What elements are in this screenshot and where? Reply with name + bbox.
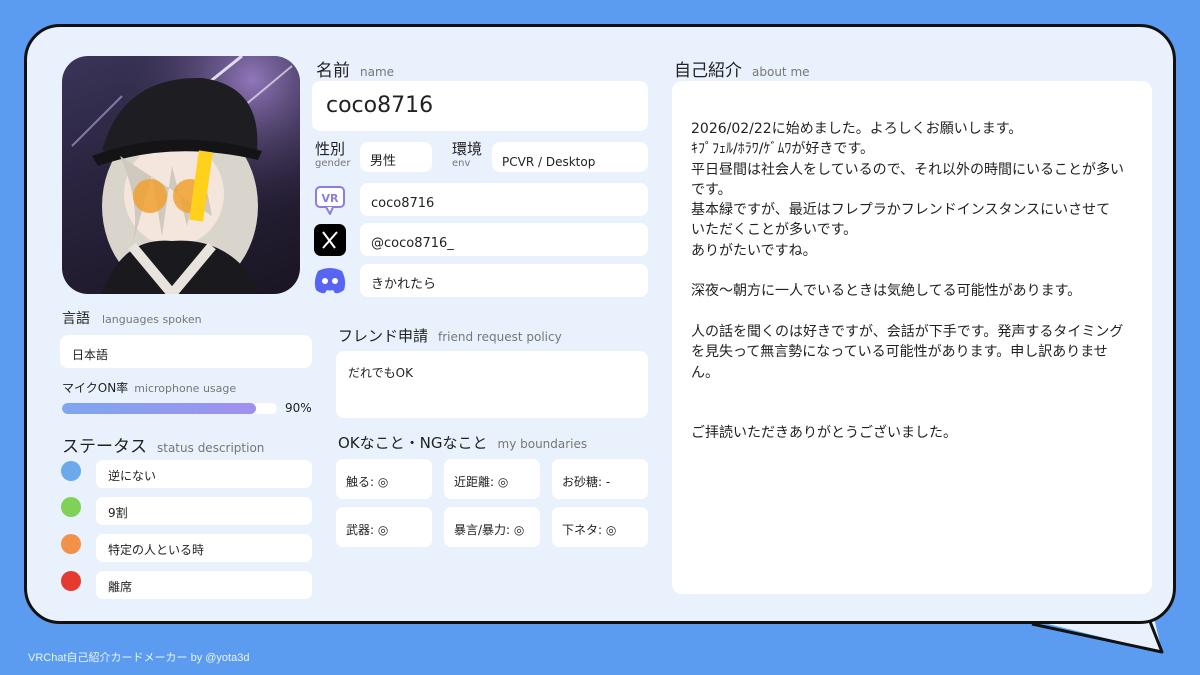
about-line-text: 平日昼間は社会人をしているので、それ以外の時間にいることが多いです。 xyxy=(691,161,1125,198)
vrchat-icon: VR xyxy=(314,184,346,216)
mic-progress-bar xyxy=(62,403,277,414)
name-subtitle: name xyxy=(360,65,395,79)
status-heading: ステータス status description xyxy=(62,432,264,457)
about-field: 2026/02/22に始めました。よろしくお願いします。 ｷﾌﾟﾌｪﾙ/ﾎﾗﾜ/… xyxy=(672,81,1152,594)
about-line: 人の話を聞くのは好きですが、会話が下手です。発声するタイミングを見失って無言勢に… xyxy=(691,322,1127,383)
about-line xyxy=(691,403,1134,423)
boundary-label: 近距離: ◎ xyxy=(454,475,509,489)
status-dot-green xyxy=(61,497,81,517)
mic-subtitle: microphone usage xyxy=(134,382,237,395)
env-title: 環境 xyxy=(452,140,483,158)
tail-seam xyxy=(1030,590,1148,620)
status-label: 9割 xyxy=(108,506,128,520)
friend-request-heading: フレンド申請 friend request policy xyxy=(338,325,562,346)
discord-field: きかれたら xyxy=(360,264,648,297)
discord-value: きかれたら xyxy=(371,277,437,292)
boundary-label: 下ネタ: ◎ xyxy=(562,523,617,537)
name-title: 名前 xyxy=(316,61,350,81)
boundary-item: 触る: ◎ xyxy=(336,459,432,499)
status-label: 逆にない xyxy=(108,469,157,483)
gender-title: 性別 xyxy=(315,140,346,158)
boundaries-subtitle: my boundaries xyxy=(497,437,588,451)
about-line xyxy=(691,383,1134,403)
about-line-text: 基本緑ですが、最近はフレプラかフレンドインスタンスにいさせていただくことが多いで… xyxy=(691,202,1111,239)
status-title: ステータス xyxy=(62,437,147,457)
languages-subtitle: languages spoken xyxy=(102,313,202,326)
friend-request-field: だれでもOK xyxy=(336,351,648,418)
discord-icon xyxy=(313,265,347,295)
friend-request-title: フレンド申請 xyxy=(338,327,429,345)
gender-subtitle: gender xyxy=(315,158,351,169)
boundary-label: お砂糖: - xyxy=(562,475,611,489)
mic-heading: マイクON率 microphone usage xyxy=(62,379,236,396)
mic-title: マイクON率 xyxy=(62,381,129,395)
status-label: 特定の人といる時 xyxy=(108,543,205,557)
name-field: coco8716 xyxy=(312,81,648,131)
boundary-item: 暴言/暴力: ◎ xyxy=(444,507,540,547)
about-line xyxy=(691,302,1134,322)
about-line-text: 人の話を聞くのは好きですが、会話が下手です。発声するタイミングを見失って無言勢に… xyxy=(691,323,1124,381)
about-heading: 自己紹介 about me xyxy=(674,56,810,81)
vrchat-value: coco8716 xyxy=(371,196,435,211)
about-line xyxy=(691,261,1134,281)
boundary-item: お砂糖: - xyxy=(552,459,648,499)
about-title: 自己紹介 xyxy=(674,61,742,81)
status-item: 9割 xyxy=(96,497,312,525)
boundary-label: 暴言/暴力: ◎ xyxy=(454,523,525,537)
env-field: PCVR / Desktop xyxy=(492,142,648,172)
boundaries-title: OKなこと・NGなこと xyxy=(338,434,488,452)
about-line: 深夜〜朝方に一人でいるときは気絶してる可能性があります。 xyxy=(691,283,1082,300)
about-line: 基本緑ですが、最近はフレプラかフレンドインスタンスにいさせていただくことが多いで… xyxy=(691,200,1121,241)
about-subtitle: about me xyxy=(752,65,810,79)
about-line: ご拝読いただきありがとうございました。 xyxy=(691,425,957,442)
avatar-image xyxy=(62,56,300,294)
status-dot-orange xyxy=(61,534,81,554)
mic-percent: 90% xyxy=(285,401,312,415)
env-subtitle: env xyxy=(452,158,471,169)
friend-request-subtitle: friend request policy xyxy=(438,330,562,344)
status-subtitle: status description xyxy=(157,441,265,455)
boundaries-heading: OKなこと・NGなこと my boundaries xyxy=(338,432,587,453)
status-item: 逆にない xyxy=(96,460,312,488)
languages-title: 言語 xyxy=(62,311,90,327)
languages-field: 日本語 xyxy=(60,335,312,368)
env-value: PCVR / Desktop xyxy=(502,155,596,169)
about-line: 平日昼間は社会人をしているので、それ以外の時間にいることが多いです。 xyxy=(691,160,1131,201)
mic-progress-fill xyxy=(62,403,256,414)
about-line: ｷﾌﾟﾌｪﾙ/ﾎﾗﾜ/ｹﾞﾑﾜが好きです。 xyxy=(691,141,875,158)
status-label: 離席 xyxy=(108,580,133,594)
boundary-item: 武器: ◎ xyxy=(336,507,432,547)
languages-heading: 言語 languages spoken xyxy=(62,308,202,328)
boundary-item: 近距離: ◎ xyxy=(444,459,540,499)
boundary-label: 触る: ◎ xyxy=(346,475,389,489)
vrchat-field: coco8716 xyxy=(360,183,648,216)
footer-credit: VRChat自己紹介カードメーカー by @yota3d xyxy=(28,652,250,664)
boundary-label: 武器: ◎ xyxy=(346,523,389,537)
status-item: 離席 xyxy=(96,571,312,599)
gender-label: 性別 gender xyxy=(315,142,350,169)
name-value: coco8716 xyxy=(326,93,434,118)
about-line: ありがたいですね。 xyxy=(691,242,817,259)
about-line: 2026/02/22に始めました。よろしくお願いします。 xyxy=(691,121,1023,137)
status-dot-blue xyxy=(61,461,81,481)
name-heading: 名前 name xyxy=(316,56,394,81)
x-icon xyxy=(314,224,346,256)
env-label: 環境 env xyxy=(452,142,482,169)
gender-value: 男性 xyxy=(370,154,397,169)
gender-field: 男性 xyxy=(360,142,432,172)
languages-value: 日本語 xyxy=(72,348,109,362)
friend-request-value: だれでもOK xyxy=(348,366,413,380)
svg-text:VR: VR xyxy=(322,192,340,205)
x-field: @coco8716_ xyxy=(360,223,648,256)
status-item: 特定の人といる時 xyxy=(96,534,312,562)
avatar-illustration xyxy=(62,56,300,294)
status-dot-red xyxy=(61,571,81,591)
boundary-item: 下ネタ: ◎ xyxy=(552,507,648,547)
x-value: @coco8716_ xyxy=(371,236,454,251)
